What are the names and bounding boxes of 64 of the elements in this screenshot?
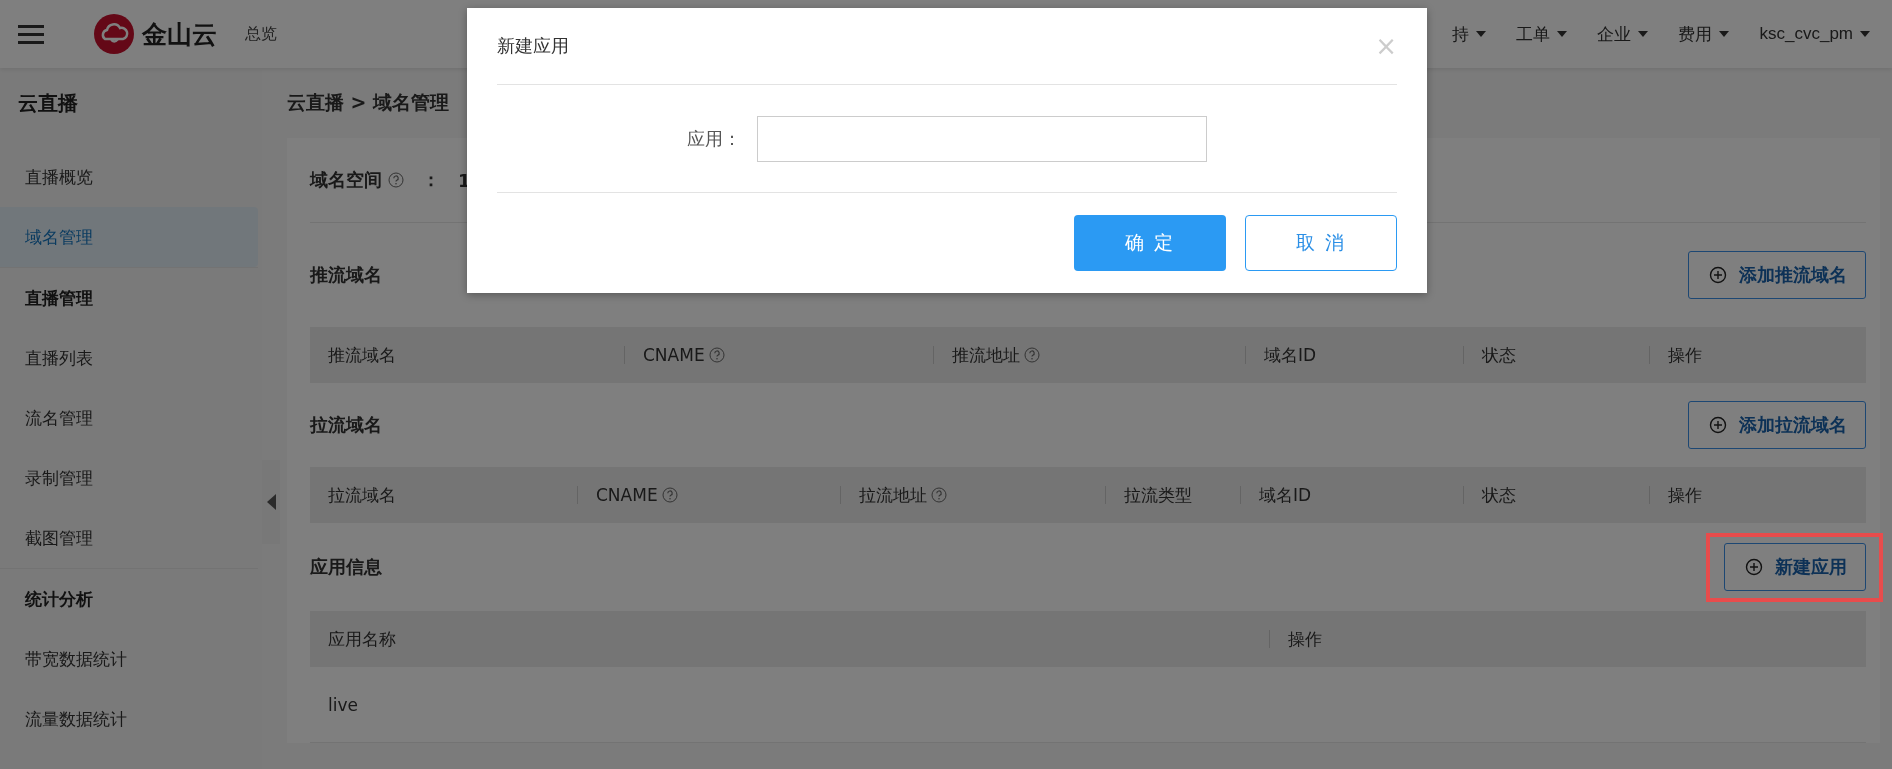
section-title: 拉流域名 — [310, 413, 382, 437]
sidebar-item[interactable]: 域名管理 — [0, 207, 258, 267]
nav-menu[interactable]: 工单 — [1516, 22, 1568, 46]
caret-icon — [1719, 31, 1730, 37]
field-label: 应用： — [687, 126, 742, 151]
column-header: 应用名称 — [328, 627, 396, 651]
column-header: 操作 — [1668, 343, 1702, 367]
colon: ： — [422, 168, 440, 192]
help-icon[interactable] — [931, 487, 947, 503]
help-icon[interactable] — [708, 347, 725, 363]
sidebar-item[interactable]: 录制管理 — [0, 448, 258, 508]
caret-icon — [1476, 31, 1487, 37]
breadcrumb: 云直播 > 域名管理 — [287, 90, 451, 115]
confirm-button[interactable]: 确 定 — [1074, 215, 1226, 271]
menu-icon[interactable] — [18, 23, 44, 45]
plus-circle-icon — [1709, 266, 1727, 284]
caret-icon — [1860, 31, 1870, 37]
column-header: 拉流域名 — [328, 483, 396, 507]
column-header: 推流域名 — [328, 343, 396, 367]
sidebar-item[interactable]: 流名管理 — [0, 388, 258, 448]
nav-menu[interactable]: ksc_cvc_pm — [1759, 24, 1870, 44]
dialog-title: 新建应用 — [497, 34, 569, 58]
help-icon[interactable] — [1024, 347, 1040, 363]
sidebar-heading: 统计分析 — [0, 568, 258, 629]
caret-icon — [1638, 31, 1649, 37]
column-header: 操作 — [1288, 627, 1322, 651]
column-header: 拉流地址 — [859, 483, 927, 507]
sidebar-heading: 直播管理 — [0, 267, 258, 328]
collapse-arrow-icon — [266, 494, 276, 510]
nav-link[interactable]: 总览 — [245, 23, 277, 45]
caret-icon — [1557, 31, 1568, 37]
column-header: 推流地址 — [952, 343, 1020, 367]
column-header: 状态 — [1482, 343, 1516, 367]
add-button[interactable]: 添加拉流域名 — [1688, 401, 1866, 449]
sidebar-item[interactable]: 直播概览 — [0, 147, 258, 207]
plus-circle-icon — [1709, 416, 1727, 434]
add-button[interactable]: 新建应用 — [1724, 543, 1866, 591]
column-header: CNAME — [643, 345, 705, 365]
column-header: 域名ID — [1259, 483, 1312, 507]
column-header: 域名ID — [1264, 343, 1317, 367]
section-title: 推流域名 — [310, 263, 382, 287]
brand-name: 金山云 — [142, 18, 217, 51]
column-header: 状态 — [1482, 483, 1516, 507]
cancel-button[interactable]: 取 消 — [1245, 215, 1397, 271]
column-header: 操作 — [1668, 483, 1702, 507]
nav-menu[interactable]: 企业 — [1597, 22, 1649, 46]
sidebar-title: 云直播 — [17, 90, 79, 117]
nav-menu[interactable]: 费用 — [1678, 22, 1730, 46]
input-field[interactable] — [757, 115, 1207, 162]
cloud-logo-icon — [94, 14, 134, 54]
help-icon[interactable] — [661, 487, 678, 503]
domain-space-label: 域名空间 — [310, 168, 382, 192]
help-icon[interactable] — [388, 172, 404, 188]
plus-circle-icon — [1745, 558, 1763, 576]
nav-menu[interactable]: 持 — [1452, 22, 1487, 46]
sidebar-item[interactable]: 流量数据统计 — [0, 689, 258, 749]
sidebar-item[interactable]: 带宽数据统计 — [0, 629, 258, 689]
add-button[interactable]: 添加推流域名 — [1688, 251, 1866, 299]
table-cell: live — [328, 694, 358, 715]
column-header: 拉流类型 — [1124, 483, 1192, 507]
sidebar-item[interactable]: 截图管理 — [0, 508, 258, 568]
section-title: 应用信息 — [310, 555, 382, 579]
column-header: CNAME — [596, 485, 658, 505]
sidebar-item[interactable]: 直播列表 — [0, 328, 258, 388]
